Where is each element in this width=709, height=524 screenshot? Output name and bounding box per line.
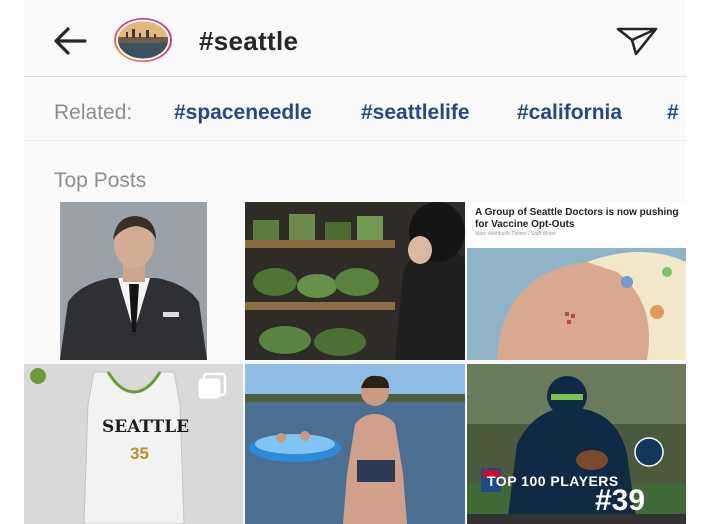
post-tile-1[interactable] xyxy=(60,202,207,360)
related-tag-california[interactable]: #california xyxy=(517,101,622,125)
post-image-lake xyxy=(245,364,465,524)
post-tile-6[interactable]: TOP 100 PLAYERS #39 xyxy=(467,364,686,524)
related-tag-seattlelife[interactable]: #seattlelife xyxy=(361,101,470,125)
related-label: Related: xyxy=(54,101,133,124)
related-tags-bar: Related: #spaceneedle #seattlelife #cali… xyxy=(24,84,686,141)
hashtag-avatar xyxy=(114,18,172,62)
overlay-number: #39 xyxy=(595,484,646,517)
jersey-number: 35 xyxy=(130,444,149,463)
related-tag-more[interactable]: # xyxy=(667,101,679,125)
jersey-text: SEATTLE xyxy=(102,417,190,437)
post-image-suit xyxy=(60,202,207,360)
post-image-football xyxy=(467,364,686,524)
top-bar: #seattle xyxy=(24,0,686,77)
paper-plane-icon[interactable] xyxy=(614,25,660,57)
post-tile-4[interactable]: SEATTLE 35 xyxy=(24,364,243,524)
related-tag-spaceneedle[interactable]: #spaceneedle xyxy=(174,101,312,125)
carousel-icon xyxy=(198,372,227,399)
post-tile-5[interactable] xyxy=(245,364,465,524)
post-headline: A Group of Seattle Doctors is now pushin… xyxy=(475,207,679,230)
post-tile-2[interactable] xyxy=(245,202,465,360)
top-posts-grid: A Group of Seattle Doctors is now pushin… xyxy=(24,202,686,524)
post-tile-3[interactable]: A Group of Seattle Doctors is now pushin… xyxy=(467,202,686,360)
instagram-frame: #seattle Related: #spaceneedle #seattlel… xyxy=(24,0,686,524)
arrow-left-icon[interactable] xyxy=(52,26,88,56)
post-image-plants xyxy=(245,202,465,360)
page-title: #seattle xyxy=(199,26,299,56)
section-title-top-posts: Top Posts xyxy=(54,169,147,192)
post-byline: Marc Weinbuch-Theme / Staff Writer xyxy=(475,231,556,237)
